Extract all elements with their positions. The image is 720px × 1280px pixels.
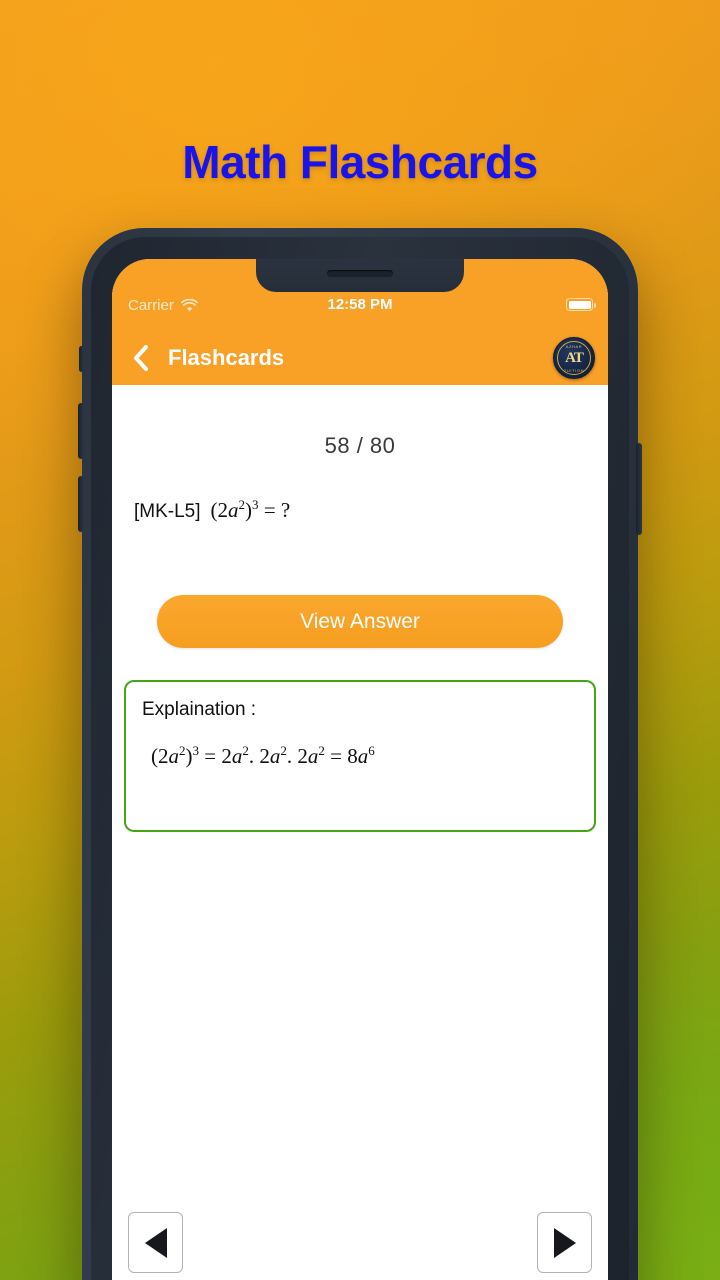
page-title: Math Flashcards — [182, 136, 538, 188]
app-logo-badge[interactable]: AZHAR AT TUITION — [553, 337, 595, 379]
phone-screen: Carrier 12:58 PM Flashcards AZHAR AT TUI… — [112, 259, 608, 1280]
volume-up-button[interactable] — [78, 403, 84, 459]
carrier-label: Carrier — [128, 297, 174, 314]
status-bar-time: 12:58 PM — [327, 296, 393, 313]
next-card-button[interactable] — [537, 1212, 592, 1273]
question-tag: [MK-L5] — [134, 501, 201, 522]
question-row: [MK-L5] (2a2)3 = ? — [112, 497, 608, 523]
wifi-icon — [180, 299, 198, 312]
nav-title: Flashcards — [168, 345, 285, 370]
previous-card-button[interactable] — [128, 1212, 183, 1273]
battery-icon — [566, 298, 596, 311]
question-inner-exponent: 2 — [238, 497, 246, 512]
view-answer-button[interactable]: View Answer — [157, 595, 563, 648]
explanation-title: Explaination : — [142, 699, 257, 720]
status-bar-right — [566, 298, 596, 311]
card-navigation — [112, 1212, 608, 1273]
power-button[interactable] — [636, 443, 642, 535]
previous-triangle-icon — [144, 1227, 167, 1258]
logo-monogram: AT — [565, 349, 584, 366]
flashcard-content: 58 / 80 [MK-L5] (2a2)3 = ? View Answer E… — [112, 433, 608, 1280]
logo-top-text: AZHAR — [565, 343, 583, 349]
earpiece-speaker-icon — [327, 270, 393, 277]
app-nav-bar: Flashcards AZHAR AT TUITION — [112, 331, 608, 385]
phone-mockup: Carrier 12:58 PM Flashcards AZHAR AT TUI… — [78, 228, 642, 1280]
question-math: (2a2)3 = ? — [210, 497, 291, 522]
question-outer-exponent: 3 — [252, 497, 259, 512]
mute-switch-button[interactable] — [79, 346, 84, 372]
next-triangle-icon — [553, 1227, 576, 1258]
logo-bottom-text: TUITION — [563, 367, 585, 373]
volume-down-button[interactable] — [78, 476, 84, 532]
explanation-box: Explaination : (2a2)3 = 2a2. 2a2. 2a2 = … — [124, 680, 596, 832]
card-counter: 58 / 80 — [324, 433, 396, 458]
back-chevron-icon[interactable] — [128, 345, 154, 371]
explanation-math: (2a2)3 = 2a2. 2a2. 2a2 = 8a6 — [151, 743, 375, 768]
status-bar-left: Carrier — [128, 297, 198, 314]
